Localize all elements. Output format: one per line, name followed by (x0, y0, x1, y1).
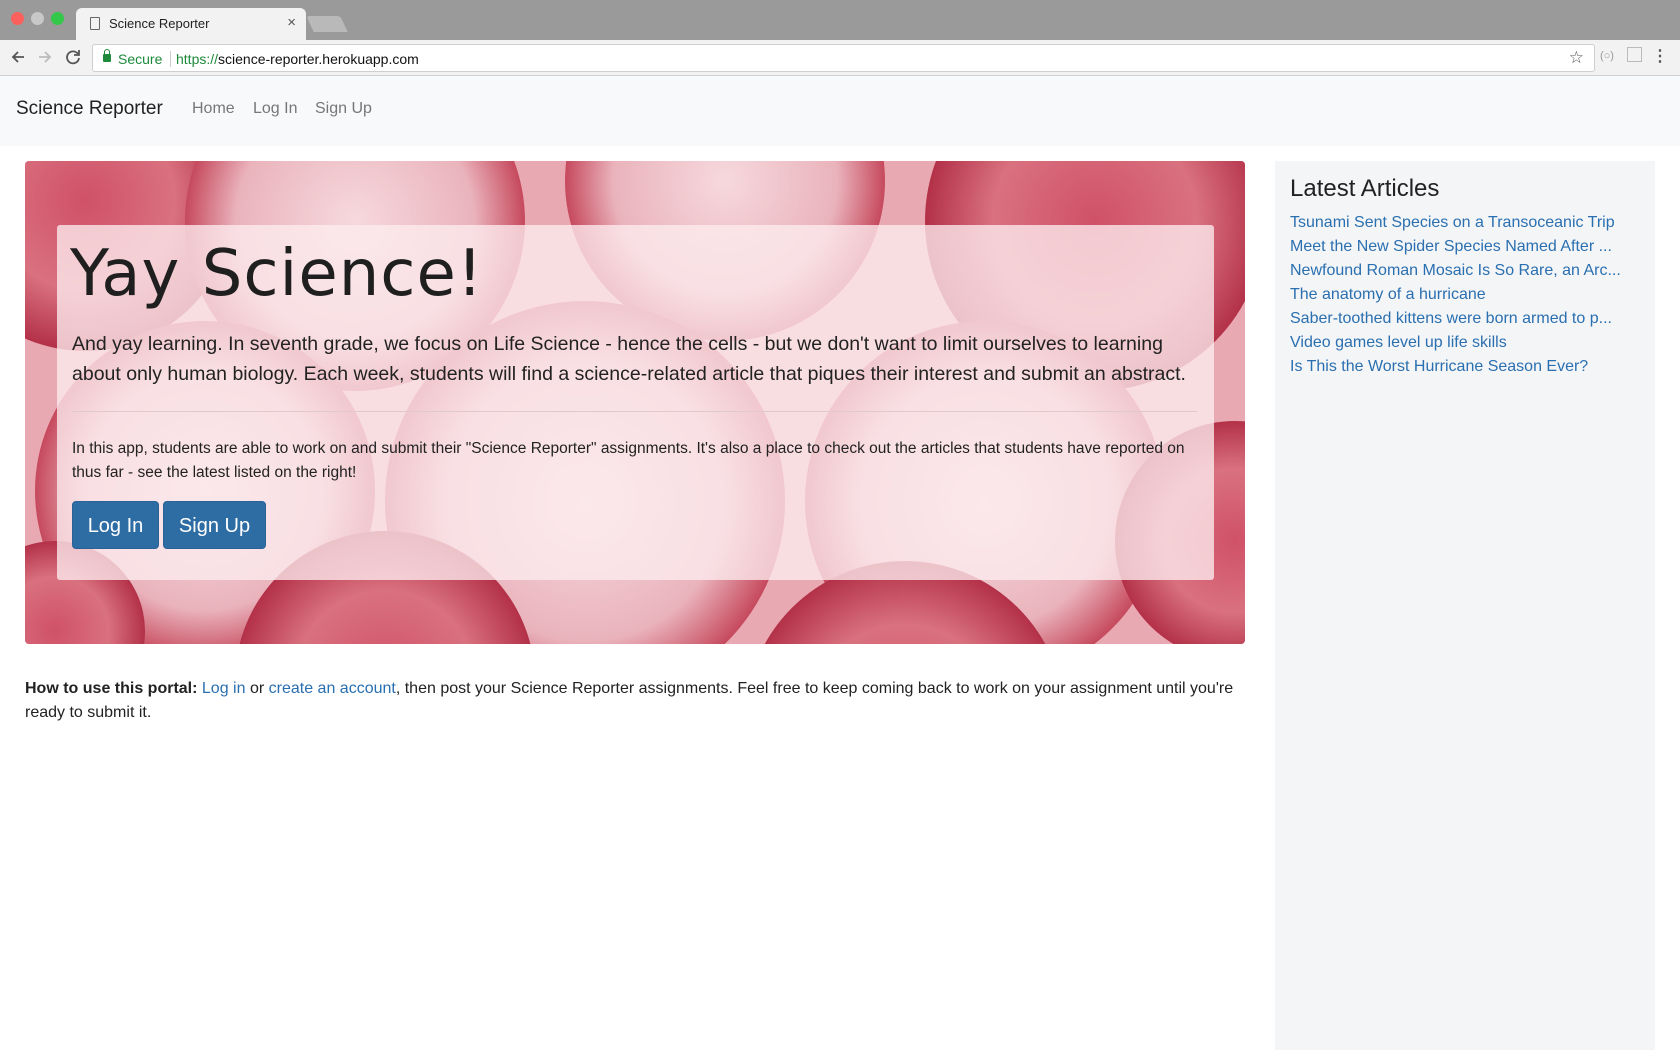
hero-title: Yay Science! (70, 237, 484, 311)
hero-content-box: Yay Science! And yay learning. In sevent… (57, 225, 1214, 580)
hero-divider (72, 411, 1197, 412)
page-icon (90, 17, 100, 30)
hero-body-text: In this app, students are able to work o… (72, 440, 1185, 481)
article-link[interactable]: Newfound Roman Mosaic Is So Rare, an Arc… (1290, 259, 1645, 283)
article-list: Tsunami Sent Species on a Transoceanic T… (1290, 211, 1645, 379)
address-separator (170, 51, 171, 67)
log-in-link[interactable]: Log in (202, 680, 246, 697)
or-text: or (249, 680, 265, 697)
address-bar[interactable]: Secure https://science-reporter.herokuap… (92, 44, 1595, 72)
browser-tab[interactable]: Science Reporter × (76, 8, 306, 40)
how-to-label: How to use this portal: (25, 680, 198, 697)
url-protocol: https:// (176, 51, 219, 67)
more-vert-icon[interactable]: ⋮ (1652, 46, 1668, 66)
nav-log-in[interactable]: Log In (253, 100, 297, 118)
browser-toolbar: Secure https://science-reporter.herokuap… (0, 40, 1680, 76)
article-link[interactable]: Saber-toothed kittens were born armed to… (1290, 307, 1645, 331)
article-link[interactable]: Tsunami Sent Species on a Transoceanic T… (1290, 211, 1645, 235)
sidebar-heading: Latest Articles (1290, 175, 1440, 202)
extension-icon[interactable]: (○) (1600, 50, 1614, 62)
close-window-button[interactable] (11, 12, 24, 25)
nav-sign-up[interactable]: Sign Up (315, 100, 372, 118)
star-icon[interactable]: ☆ (1569, 48, 1584, 68)
minimize-window-button[interactable] (31, 12, 44, 25)
article-link[interactable]: Video games level up life skills (1290, 331, 1645, 355)
reload-icon[interactable] (62, 46, 84, 68)
browser-tab-bar: Science Reporter × (0, 0, 1680, 40)
article-link[interactable]: Is This the Worst Hurricane Season Ever? (1290, 355, 1645, 379)
nav-home[interactable]: Home (192, 100, 235, 118)
latest-articles-sidebar: Latest Articles Tsunami Sent Species on … (1275, 161, 1655, 1050)
url-host: science-reporter.herokuapp.com (218, 51, 419, 67)
article-link[interactable]: Meet the New Spider Species Named After … (1290, 235, 1645, 259)
url-text[interactable]: https://science-reporter.herokuapp.com (176, 51, 419, 67)
log-in-button[interactable]: Log In (72, 501, 159, 549)
hero-jumbotron: Yay Science! And yay learning. In sevent… (25, 161, 1245, 644)
back-arrow-icon[interactable] (7, 46, 29, 68)
create-account-link[interactable]: create an account (269, 680, 396, 697)
site-navbar: Science Reporter Home Log In Sign Up (0, 76, 1680, 146)
sign-up-button[interactable]: Sign Up (163, 501, 266, 549)
hero-lead-text: And yay learning. In seventh grade, we f… (72, 333, 1186, 385)
secure-label: Secure (118, 51, 163, 67)
maximize-window-button[interactable] (51, 12, 64, 25)
how-to-use-text: How to use this portal: Log in or create… (25, 677, 1245, 725)
lock-icon (103, 49, 111, 62)
extension-box-icon[interactable] (1627, 47, 1642, 62)
article-link[interactable]: The anatomy of a hurricane (1290, 283, 1645, 307)
new-tab-button[interactable] (306, 16, 348, 32)
forward-arrow-icon[interactable] (34, 46, 56, 68)
close-tab-icon[interactable]: × (287, 14, 296, 31)
brand-logo[interactable]: Science Reporter (16, 98, 163, 120)
tab-title: Science Reporter (109, 16, 210, 31)
